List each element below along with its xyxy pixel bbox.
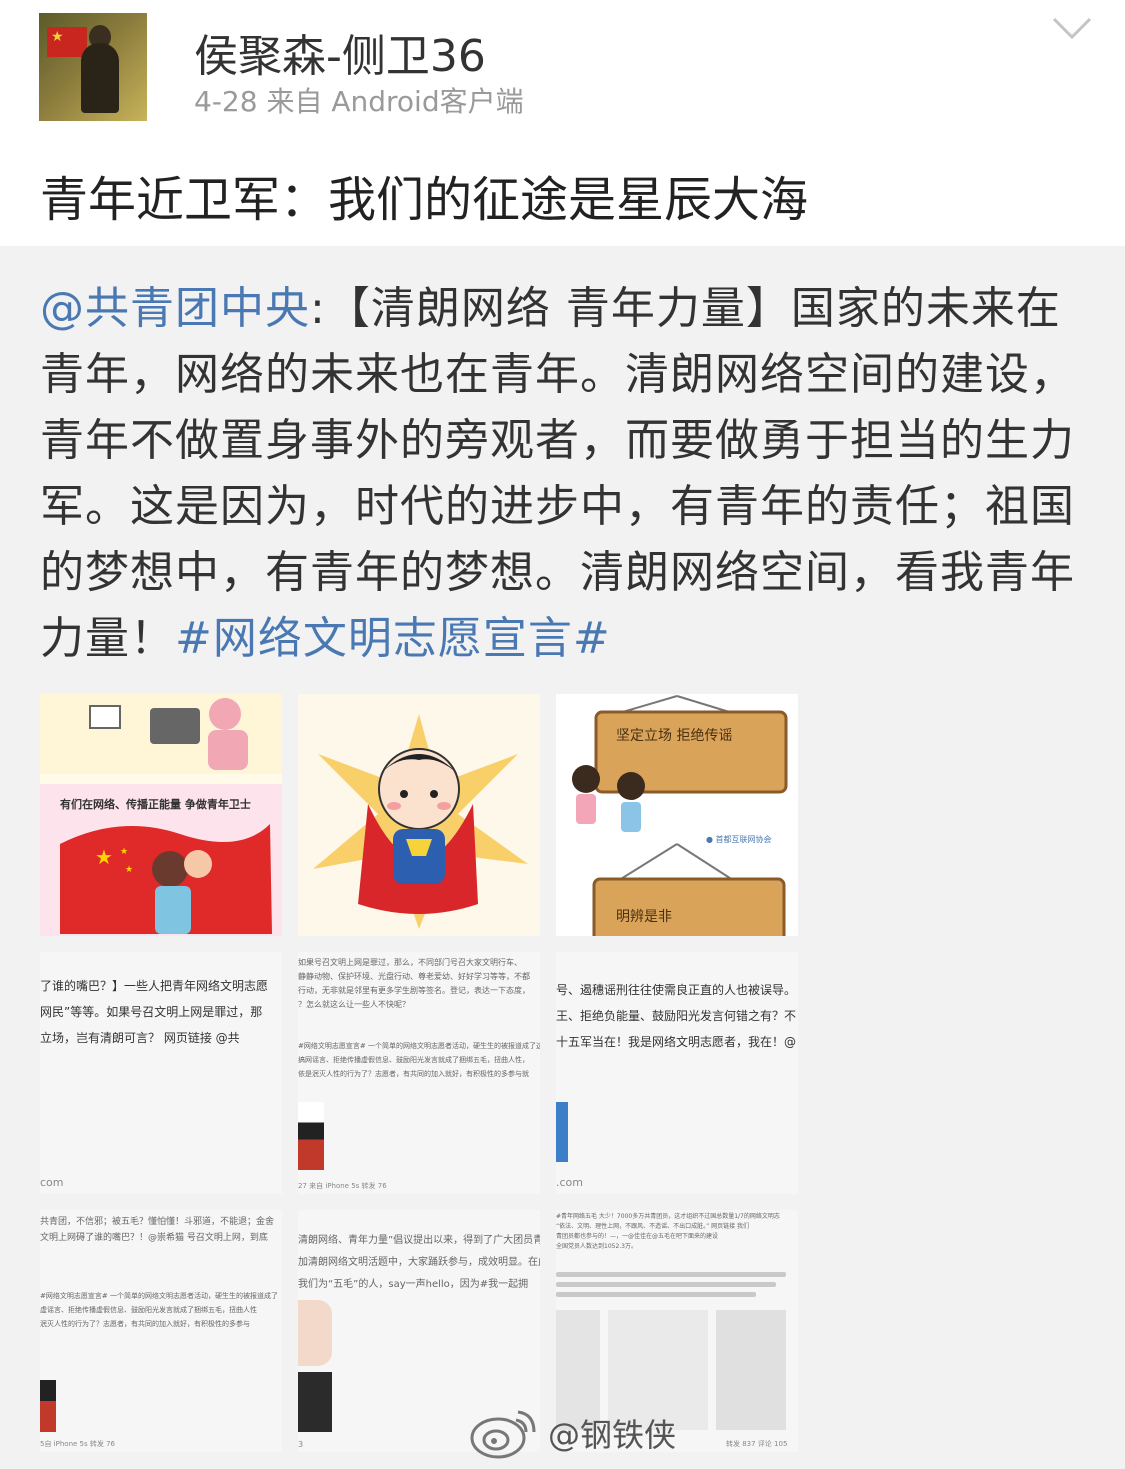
screenshot-line: #青年网络五毛 大少！7000多万共青团员，这才组织不过国总数量1/7的网络文明… [556,1213,780,1220]
grid-image-7[interactable]: 共青团，不信邪；被五毛？懂怕懂！斗邪道，不能退；金舍 文明上网碍了谁的嘴巴？！@… [40,1210,282,1452]
screenshot-line: 加清朗网络文明活题中，大家踊跃参与，成效明显。在此向 [298,1257,540,1268]
thumbnail-image [40,1380,56,1432]
superhero-illustration [313,714,528,929]
grid-image-4[interactable]: 了谁的嘴巴？】一些人把青年网络文明志愿 网民”等等。如果号召文明上网是罪过，那 … [40,952,282,1194]
sign-text-2: 明辨是非 [616,909,672,925]
thumbnail-image [298,1372,332,1432]
screenshot-line: 共青团，不信邪；被五毛？懂怕懂！斗邪道，不能退；金舍 [40,1217,275,1227]
username[interactable]: 侯聚森-侧卫36 [194,20,486,84]
thumbnail-image [716,1310,786,1430]
image-illustration: ★ ★ ★ [40,694,282,936]
image-grid: ★ ★ ★ 有们在网络、传播正能量 争做青年卫士 ● 首都互联网协会 坚定立场 … [40,694,800,1454]
image-caption: 有们在网络、传播正能量 争做青年卫士 [60,798,251,811]
repost-body: 【清朗网络 青年力量】国家的未来在青年，网络的未来也在青年。清朗网络空间的建设，… [40,283,1075,664]
screenshot-line: 王、拒绝负能量、鼓励阳光发言何错之有？不 [556,1009,797,1023]
post-header: 侯聚森-侧卫36 4-28 来自 Android客户端 青年近卫军：我们的征途是… [0,0,1125,246]
screenshot-line: 清朗网络、青年力量”倡议提出以来，得到了广大团员青年 [298,1235,540,1246]
flag-icon [47,27,87,57]
user-avatar[interactable] [39,13,147,121]
screenshot-footer: .com [556,1176,583,1189]
svg-text:● 首都互联网协会: ● 首都互联网协会 [706,834,772,844]
screenshot-line: 十五军当在！我是网络文明志愿者，我在！@ [556,1035,797,1049]
chevron-down-icon[interactable] [1052,16,1092,40]
grid-image-6[interactable]: 号、遏穗谣刑往往使需良正直的人也被误导。 王、拒绝负能量、鼓励阳光发言何错之有？… [556,952,798,1194]
sign-text-1: 坚定立场 拒绝传谣 [616,728,733,744]
post-title: 青年近卫军：我们的征途是星辰大海 [40,172,809,228]
screenshot-line: ？怎么就这么让一些人不快呢？ [298,1000,410,1009]
screenshot-line: 静静动物、保护环境、光盘行动、尊老爱幼、好好学习等等，不都 [298,972,530,981]
weibo-logo-icon [470,1410,536,1459]
screenshot-footer: 5自 iPhone 5s 转发 76 [40,1440,115,1448]
screenshot-line: “依法、文明、理性上网，不跟风、不造谣、不出口成脏。” 网页链接 我们 [556,1223,750,1230]
svg-text:★: ★ [120,847,128,857]
screenshot-line: 虚谣言、拒绝传播虚假信息、鼓励阳光发言就成了捆绑五毛，扭曲人性 [40,1306,257,1314]
thumbnail-image [298,1102,324,1170]
repost-content: @共青团中央:【清朗网络 青年力量】国家的未来在青年，网络的未来也在青年。清朗网… [40,276,1085,672]
screenshot-footer: 27 来自 iPhone 5s 转发 76 [298,1182,387,1190]
screenshot-line: 青团员都也参与的！—，一@佳佳在@五毛在吧下面来的建设 [556,1233,719,1240]
weibo-watermark: @钢铁侠 [468,1404,676,1462]
post-meta: 4-28 来自 Android客户端 [194,85,524,118]
screenshot-line: 搞网谣言、拒绝传播虚假信息、鼓励阳光发言就成了捆绑五毛，扭曲人性， [298,1056,529,1064]
svg-text:★: ★ [95,845,113,869]
watermark-text: @钢铁侠 [548,1416,677,1454]
mention-link[interactable]: @共青团中央 [40,283,310,334]
screenshot-line: 泯灭人性的行为了？志愿者，有共同的加入就好，有积极性的多参与 [40,1320,250,1328]
mention-colon: : [310,283,326,334]
thumbnail-image [298,1300,332,1366]
hashtag-link[interactable]: #网络文明志愿宣言# [175,613,611,664]
screenshot-line: 我们为“五毛”的人，say一声hello，因为#我一起拥 [298,1279,529,1290]
screenshot-line: 全国党员人数达到1052.3万。 [556,1243,637,1250]
svg-text:★: ★ [125,865,133,875]
screenshot-line: #网络文明志愿宣言# 一个简单的网络文明志愿者活动，硬生生的被报道成了这 [298,1042,540,1050]
screenshot-line: #网络文明志愿宣言# 一个简单的网络文明志愿者活动，硬生生的被报道成了 [40,1292,278,1300]
screenshot-footer: 3 [298,1440,304,1449]
screenshot-line: 如果号召文明上网是罪过，那么，不同部门号召大家文明行车、 [298,958,522,967]
screenshot-line: 依是泯灭人性的行为了？志愿者，有共同的加入就好，有积极性的多参与就 [298,1070,529,1078]
grid-image-5[interactable]: 如果号召文明上网是罪过，那么，不同部门号召大家文明行车、 静静动物、保护环境、光… [298,952,540,1194]
screenshot-line: 网民”等等。如果号召文明上网是罪过，那 [40,1005,263,1019]
screenshot-line: 文明上网碍了谁的嘴巴？！@崇希猫 号召文明上网，到底 [40,1233,268,1243]
screenshot-footer: com [40,1176,64,1189]
thumbnail-image [556,1102,568,1162]
screenshot-footer: 转发 837 评论 105 [726,1440,788,1448]
screenshot-line: 行动，无非就是邻里有更多学生剧等签名。登记，表达一下态度， [298,986,530,995]
screenshot-line: 立场，岂有清朗可言？ 网页链接 @共 [40,1031,240,1045]
screenshot-line: 号、遏穗谣刑往往使需良正直的人也被误导。 [556,983,797,997]
grid-image-1[interactable]: ★ ★ ★ 有们在网络、传播正能量 争做青年卫士 [40,694,282,936]
grid-image-2[interactable] [298,694,540,936]
screenshot-line: 了谁的嘴巴？】一些人把青年网络文明志愿 [40,979,269,993]
grid-image-3[interactable]: ● 首都互联网协会 坚定立场 拒绝传谣 明辨是非 [556,694,798,936]
